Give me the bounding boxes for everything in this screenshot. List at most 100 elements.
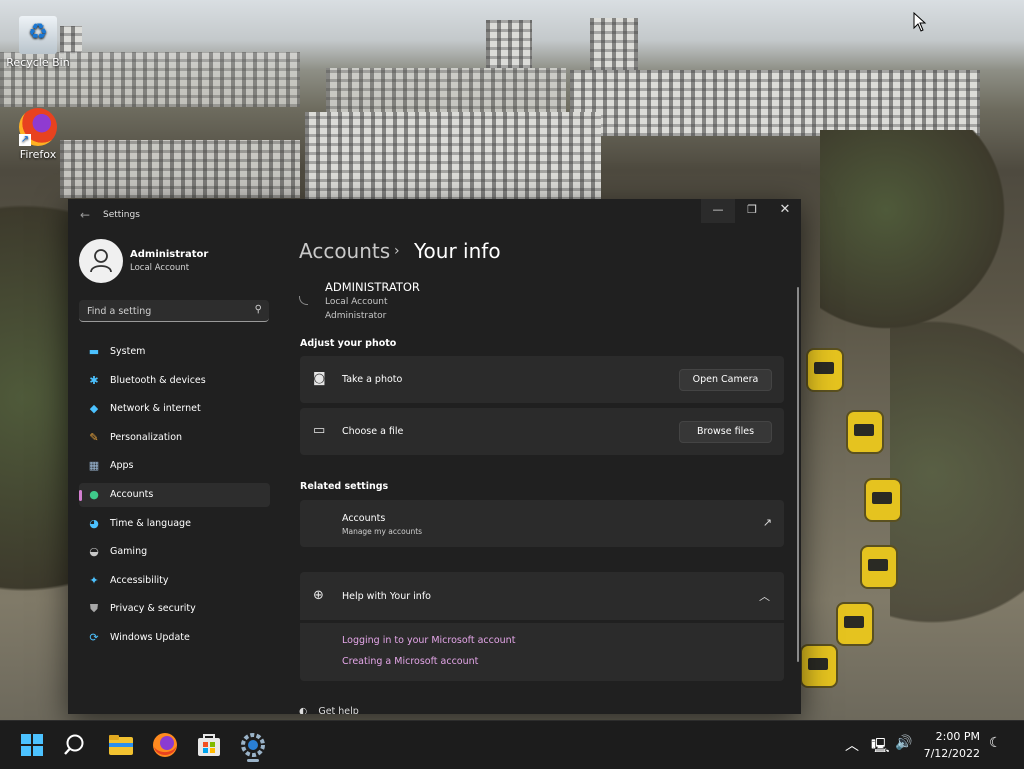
store-button[interactable] <box>192 729 226 761</box>
notification-moon-icon[interactable]: ☾ <box>989 735 1002 751</box>
windows-update-icon: ⟳ <box>89 630 99 644</box>
sidebar-item-gaming[interactable]: ◒ Gaming <box>79 540 270 564</box>
volume-icon[interactable]: 🔊 <box>895 735 912 751</box>
help-link-logging-in[interactable]: Logging in to your Microsoft account <box>342 635 515 646</box>
browse-files-button[interactable]: Browse files <box>679 421 772 443</box>
search-icon[interactable]: ⚲ <box>255 304 262 315</box>
help-link-creating-account[interactable]: Creating a Microsoft account <box>342 656 478 667</box>
minimize-button[interactable]: — <box>701 199 735 223</box>
sidebar-item-apps[interactable]: ▦ Apps <box>79 454 270 478</box>
sidebar-item-privacy-security[interactable]: ⛊ Privacy & security <box>79 597 270 621</box>
sidebar-item-accounts[interactable]: ● Accounts <box>79 482 270 507</box>
sidebar-item-label: Accounts <box>110 488 154 500</box>
page-title: Your info <box>414 239 501 263</box>
brush-icon: ✎ <box>89 430 99 444</box>
profile-account-type: Local Account <box>130 263 190 273</box>
network-status-icon[interactable]: 🖳 <box>871 735 890 759</box>
search-box[interactable]: ⚲ <box>79 300 269 322</box>
folder-icon: ▭ <box>313 423 326 438</box>
sidebar-item-accessibility[interactable]: ✦ Accessibility <box>79 569 270 593</box>
chevron-up-icon[interactable]: ︿ <box>759 588 770 604</box>
globe-clock-icon: ◕ <box>89 516 99 530</box>
taskbar-search-button[interactable] <box>59 729 93 761</box>
file-explorer-icon <box>109 735 133 755</box>
help-content: Logging in to your Microsoft account Cre… <box>300 623 784 681</box>
maximize-button[interactable]: ❐ <box>735 199 769 223</box>
firefox-icon <box>153 733 177 757</box>
close-button[interactable]: ✕ <box>768 199 801 223</box>
running-indicator <box>247 759 259 762</box>
system-icon: ▬ <box>88 345 100 358</box>
bluetooth-icon: ✱ <box>89 373 99 387</box>
clock-time[interactable]: 2:00 PM <box>936 730 980 743</box>
desktop-icon-recycle-bin[interactable]: Recycle Bin <box>6 16 70 69</box>
sidebar-item-label: Time & language <box>110 517 191 529</box>
sidebar-item-network-internet[interactable]: ◆ Network & internet <box>79 397 270 421</box>
user-display-name: ADMINISTRATOR <box>325 280 420 294</box>
related-accounts-card[interactable]: Accounts Manage my accounts ↗ <box>300 500 784 547</box>
recycle-bin-icon <box>19 16 57 54</box>
shield-icon: ⛊ <box>89 602 99 616</box>
sidebar-item-windows-update[interactable]: ⟳ Windows Update <box>79 626 270 650</box>
sidebar-nav: ▬ System ✱ Bluetooth & devices ◆ Network… <box>79 340 270 655</box>
breadcrumb-separator: › <box>394 243 400 259</box>
sidebar-item-label: Windows Update <box>110 631 190 643</box>
window-title: Settings <box>103 210 140 220</box>
firefox-taskbar-button[interactable] <box>148 729 182 761</box>
sidebar-item-label: Apps <box>110 460 134 472</box>
scrollbar[interactable] <box>797 287 799 662</box>
back-arrow-icon[interactable]: ← <box>80 208 90 222</box>
take-photo-label: Take a photo <box>342 374 403 385</box>
settings-taskbar-button[interactable] <box>236 729 270 762</box>
open-camera-button[interactable]: Open Camera <box>679 369 772 391</box>
camera-icon: ◙ <box>313 371 326 386</box>
help-title: Help with Your info <box>342 591 431 602</box>
start-icon <box>21 734 43 756</box>
desktop-icon-label: Firefox <box>19 148 57 161</box>
sidebar-item-label: Privacy & security <box>110 603 196 615</box>
help-expander[interactable]: ⊕ Help with Your info ︿ <box>300 572 784 620</box>
clock-date[interactable]: 7/12/2022 <box>924 747 980 760</box>
sidebar-item-system[interactable]: ▬ System <box>79 340 270 364</box>
user-icon <box>90 249 112 273</box>
settings-window: ← Settings — ❐ ✕ Administrator Local Acc… <box>68 199 801 714</box>
external-link-icon: ↗ <box>762 516 772 529</box>
related-settings-heading: Related settings <box>300 481 389 492</box>
search-input[interactable] <box>85 303 249 320</box>
sidebar-item-label: Network & internet <box>110 403 201 415</box>
choose-file-label: Choose a file <box>342 426 404 437</box>
start-button[interactable] <box>15 729 49 761</box>
sidebar-item-label: Gaming <box>110 546 148 558</box>
shortcut-arrow-icon: ↗ <box>19 134 31 146</box>
user-role: Administrator <box>325 311 387 321</box>
adjust-photo-heading: Adjust your photo <box>300 338 397 349</box>
get-help-label: Get help <box>318 706 359 714</box>
apps-icon: ▦ <box>88 459 100 473</box>
get-help-link[interactable]: ◐ Get help <box>299 706 359 714</box>
sidebar-item-label: Bluetooth & devices <box>110 374 206 386</box>
file-explorer-button[interactable] <box>104 729 138 761</box>
network-icon: ◆ <box>89 402 99 416</box>
desktop-icon-label: Recycle Bin <box>6 56 70 69</box>
sidebar-item-bluetooth-devices[interactable]: ✱ Bluetooth & devices <box>79 369 270 393</box>
related-accounts-sub: Manage my accounts <box>342 527 423 536</box>
accessibility-icon: ✦ <box>89 573 99 587</box>
avatar[interactable] <box>79 239 123 283</box>
mouse-cursor-icon <box>913 12 927 32</box>
gamepad-icon: ◒ <box>89 545 99 559</box>
desktop-icon-firefox[interactable]: ↗ Firefox <box>6 108 70 161</box>
globe-icon: ⊕ <box>313 588 324 603</box>
profile-name: Administrator <box>130 249 209 260</box>
help-icon: ◐ <box>299 706 308 714</box>
sidebar-item-time-language[interactable]: ◕ Time & language <box>79 512 270 536</box>
sidebar-item-personalization[interactable]: ✎ Personalization <box>79 426 270 450</box>
sidebar-item-label: Accessibility <box>110 574 169 586</box>
title-bar[interactable]: ← Settings — ❐ ✕ <box>68 199 801 231</box>
related-accounts-label: Accounts <box>342 513 386 524</box>
accounts-icon: ● <box>89 487 99 501</box>
store-icon <box>198 734 220 756</box>
chevron-up-icon[interactable]: ︿ <box>845 735 859 755</box>
sidebar-item-label: Personalization <box>110 431 183 443</box>
take-photo-card: ◙ Take a photo Open Camera <box>300 356 784 403</box>
breadcrumb-parent[interactable]: Accounts <box>299 239 390 263</box>
